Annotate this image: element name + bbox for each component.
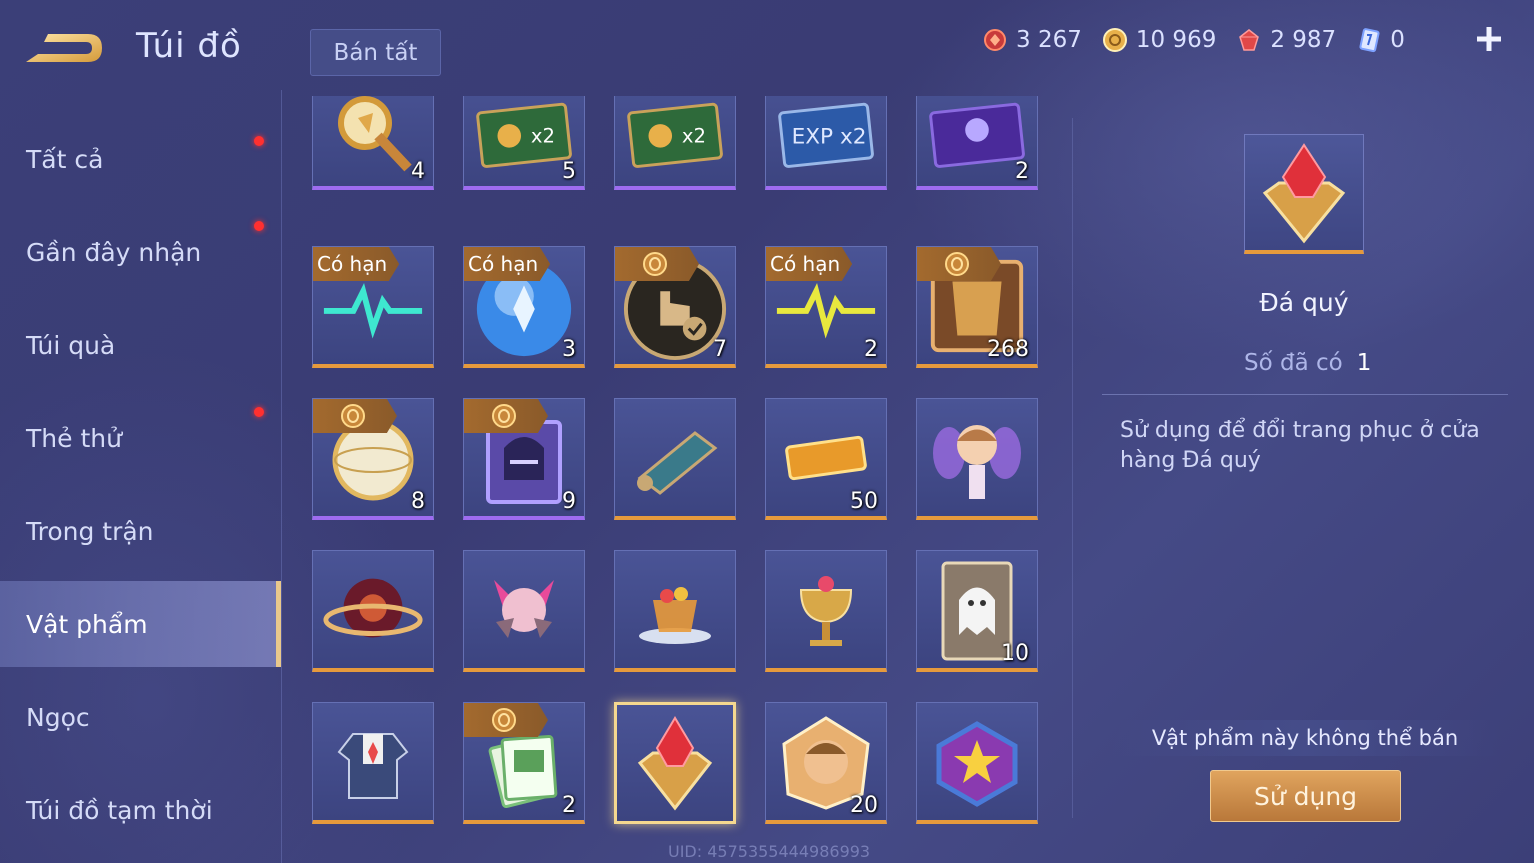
sidebar-item-all[interactable]: Tất cả <box>0 116 281 202</box>
item-slot-selected[interactable] <box>614 702 736 824</box>
voucher-red-icon <box>980 25 1010 55</box>
item-slot[interactable]: 10 <box>916 550 1038 672</box>
owned-count: Số đã có 1 <box>1244 350 1372 376</box>
currency-card: 0 <box>1354 25 1405 55</box>
gemstone-icon <box>1262 143 1346 244</box>
sidebar-item-temp-bag[interactable]: Túi đồ tạm thời <box>0 767 281 853</box>
currency-voucher: 3 267 <box>980 25 1082 55</box>
currency-ruby: 2 987 <box>1234 25 1336 55</box>
item-slot[interactable]: Có hạn <box>312 246 434 368</box>
item-slot[interactable] <box>614 398 736 520</box>
panel-divider <box>1072 118 1073 818</box>
not-sellable-note: Vật phẩm này không thể bán <box>1112 720 1498 756</box>
ruby-icon <box>1234 25 1264 55</box>
sidebar-item-in-match[interactable]: Trong trận <box>0 488 281 574</box>
currency-bar: 3 267 10 969 2 987 0 <box>980 22 1423 58</box>
item-slot[interactable]: EXP x2 <box>765 96 887 190</box>
notification-dot <box>254 407 264 417</box>
use-button[interactable]: Sử dụng <box>1210 770 1401 822</box>
blue-card-icon <box>1354 25 1384 55</box>
item-grid: 4 x2 5 x2 EXP x2 2 Có hạn Có hạn 3 7 Có … <box>312 96 1042 836</box>
item-slot[interactable] <box>916 398 1038 520</box>
sell-all-button[interactable]: Bán tất <box>310 29 441 76</box>
limited-tag: Có hạn <box>313 247 400 281</box>
back-button[interactable] <box>22 24 108 72</box>
currency-gold: 10 969 <box>1100 25 1216 55</box>
gold-coin-icon <box>1100 25 1130 55</box>
star-emblem-icon <box>923 709 1031 814</box>
sidebar-item-gift-bags[interactable]: Túi quà <box>0 302 281 388</box>
item-slot[interactable]: 4 <box>312 96 434 190</box>
svg-text:x2: x2 <box>531 124 555 147</box>
map-scroll-icon <box>621 405 729 510</box>
item-slot[interactable]: 50 <box>765 398 887 520</box>
pink-bat-pet-icon <box>470 557 578 662</box>
currency-tag <box>917 247 1001 281</box>
item-name: Đá quý <box>1259 288 1349 317</box>
item-description: Sử dụng để đổi trang phục ở cửa hàng Đá … <box>1120 418 1480 473</box>
coin-icon <box>643 252 667 276</box>
item-slot[interactable]: 2 <box>916 96 1038 190</box>
back-arrow-icon <box>26 34 102 62</box>
item-slot[interactable]: 7 <box>614 246 736 368</box>
currency-tag <box>464 399 548 433</box>
item-slot[interactable] <box>614 550 736 672</box>
item-slot[interactable] <box>765 550 887 672</box>
item-slot[interactable] <box>312 550 434 672</box>
coin-icon <box>492 708 516 732</box>
plus-icon <box>1477 27 1501 51</box>
coin-icon <box>341 404 365 428</box>
fruit-tea-cup-icon <box>621 557 729 662</box>
item-slot[interactable]: Có hạn 3 <box>463 246 585 368</box>
selected-item-preview <box>1244 134 1364 254</box>
gold-x2-card-icon: x2 <box>621 96 729 180</box>
sidebar-item-recent[interactable]: Gần đây nhận <box>0 209 281 295</box>
coin-icon <box>492 404 516 428</box>
currency-tag <box>464 703 548 737</box>
costume-icon <box>319 709 427 814</box>
currency-tag <box>313 399 397 433</box>
svg-text:x2: x2 <box>682 124 706 147</box>
item-slot[interactable] <box>312 702 434 824</box>
svg-text:EXP x2: EXP x2 <box>792 124 867 149</box>
fairy-chibi-icon <box>923 405 1031 510</box>
limited-tag: Có hạn <box>464 247 551 281</box>
sidebar-divider <box>281 90 282 863</box>
category-sidebar: Tất cả Gần đây nhận Túi quà Thẻ thử Tron… <box>0 108 281 863</box>
add-currency-button[interactable] <box>1472 22 1506 56</box>
sidebar-item-gems[interactable]: Ngọc <box>0 674 281 760</box>
sidebar-item-items[interactable]: Vật phẩm <box>0 581 281 667</box>
item-slot[interactable] <box>916 702 1038 824</box>
item-slot[interactable]: 268 <box>916 246 1038 368</box>
notification-dot <box>254 221 264 231</box>
golden-chalice-icon <box>772 557 880 662</box>
exp-x2-card-icon: EXP x2 <box>772 96 880 180</box>
detail-divider <box>1102 394 1508 395</box>
notification-dot <box>254 136 264 146</box>
sidebar-item-trial-cards[interactable]: Thẻ thử <box>0 395 281 481</box>
item-slot[interactable]: x2 <box>614 96 736 190</box>
limited-tag: Có hạn <box>766 247 853 281</box>
galaxy-orb-icon <box>319 557 427 662</box>
coin-icon <box>945 252 969 276</box>
item-slot[interactable]: 9 <box>463 398 585 520</box>
item-slot[interactable] <box>463 550 585 672</box>
page-title: Túi đồ <box>136 26 242 66</box>
item-slot[interactable]: 2 <box>463 702 585 824</box>
item-slot[interactable]: 8 <box>312 398 434 520</box>
currency-tag <box>615 247 699 281</box>
gemstone-icon <box>623 711 727 815</box>
item-slot[interactable]: Có hạn 2 <box>765 246 887 368</box>
user-id: UID: 4575355444986993 <box>668 842 871 861</box>
item-slot[interactable]: x2 5 <box>463 96 585 190</box>
item-slot[interactable]: 20 <box>765 702 887 824</box>
